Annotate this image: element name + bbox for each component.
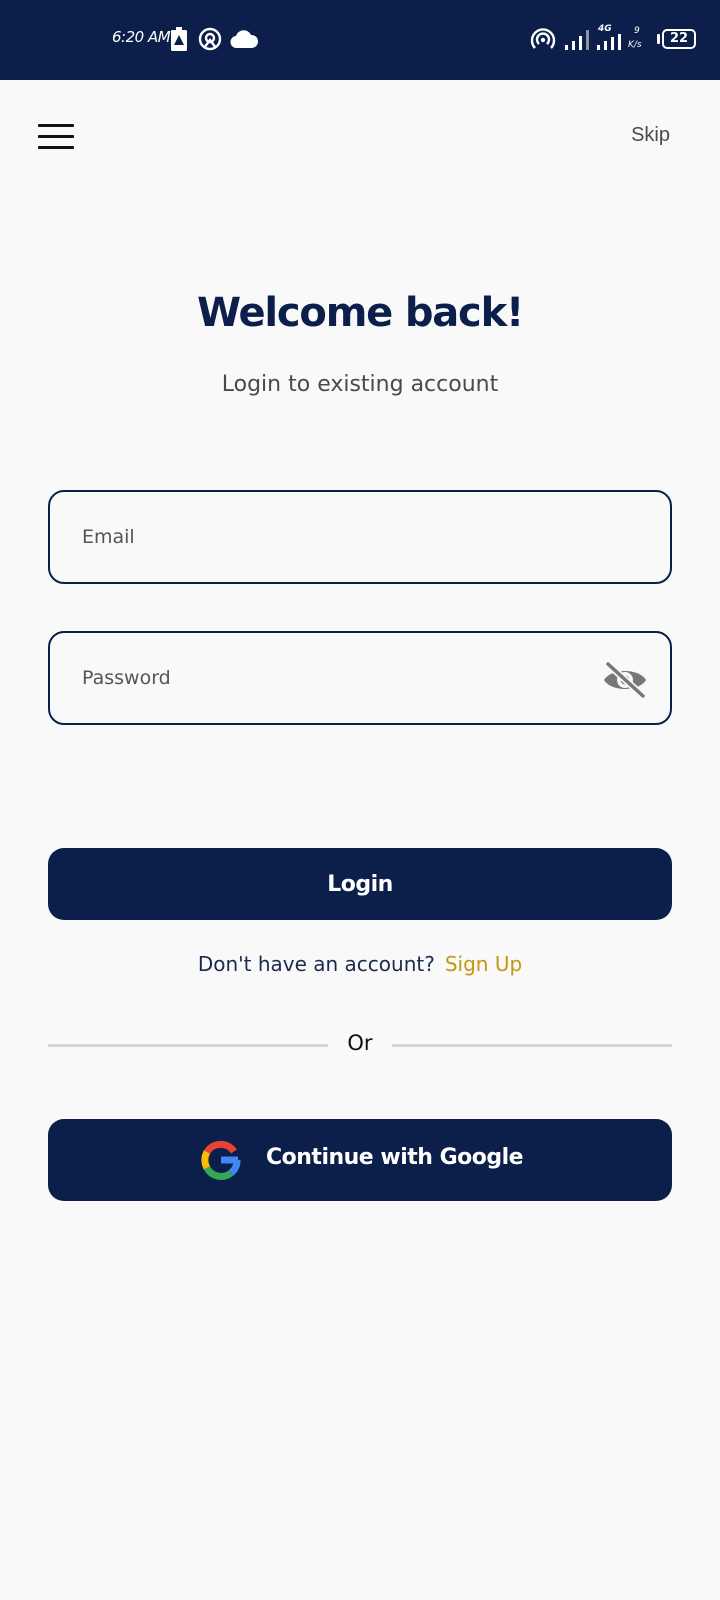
login-button[interactable]: Login	[48, 848, 672, 920]
email-field-container	[48, 490, 672, 584]
signup-row: Don't have an account? Sign Up	[0, 952, 720, 976]
google-logo-icon	[201, 1140, 241, 1180]
divider-line-right	[392, 1044, 672, 1047]
hamburger-menu-icon[interactable]	[38, 124, 74, 150]
wifi-hotspot-icon	[530, 28, 556, 49]
signal-4g-icon	[597, 34, 621, 50]
eye-off-icon[interactable]	[602, 660, 648, 700]
hotspot-icon	[198, 27, 222, 51]
continue-with-google-button[interactable]: Continue with Google	[48, 1119, 672, 1201]
network-speed-unit: K/s	[628, 40, 642, 50]
signup-link[interactable]: Sign Up	[445, 952, 522, 976]
status-time: 6:20 AM	[112, 28, 171, 46]
google-button-label: Continue with Google	[266, 1145, 524, 1170]
battery-tip	[657, 34, 660, 44]
divider-or: Or	[347, 1031, 373, 1055]
signal-icon	[565, 30, 589, 50]
battery-alert-icon	[171, 27, 187, 51]
cloud-icon	[230, 30, 258, 48]
network-speed-value: 9	[634, 26, 640, 36]
skip-button[interactable]: Skip	[631, 124, 670, 147]
password-field-container	[48, 631, 672, 725]
status-bar: 6:20 AM 4G 9 K/s 22	[0, 0, 720, 80]
signup-prompt: Don't have an account?	[197, 952, 435, 976]
email-input[interactable]	[82, 492, 562, 581]
page-subtitle: Login to existing account	[221, 372, 499, 397]
page-title: Welcome back!	[196, 290, 524, 336]
password-input[interactable]	[82, 633, 562, 722]
network-type: 4G	[598, 24, 612, 34]
battery-level: 22	[662, 29, 696, 49]
